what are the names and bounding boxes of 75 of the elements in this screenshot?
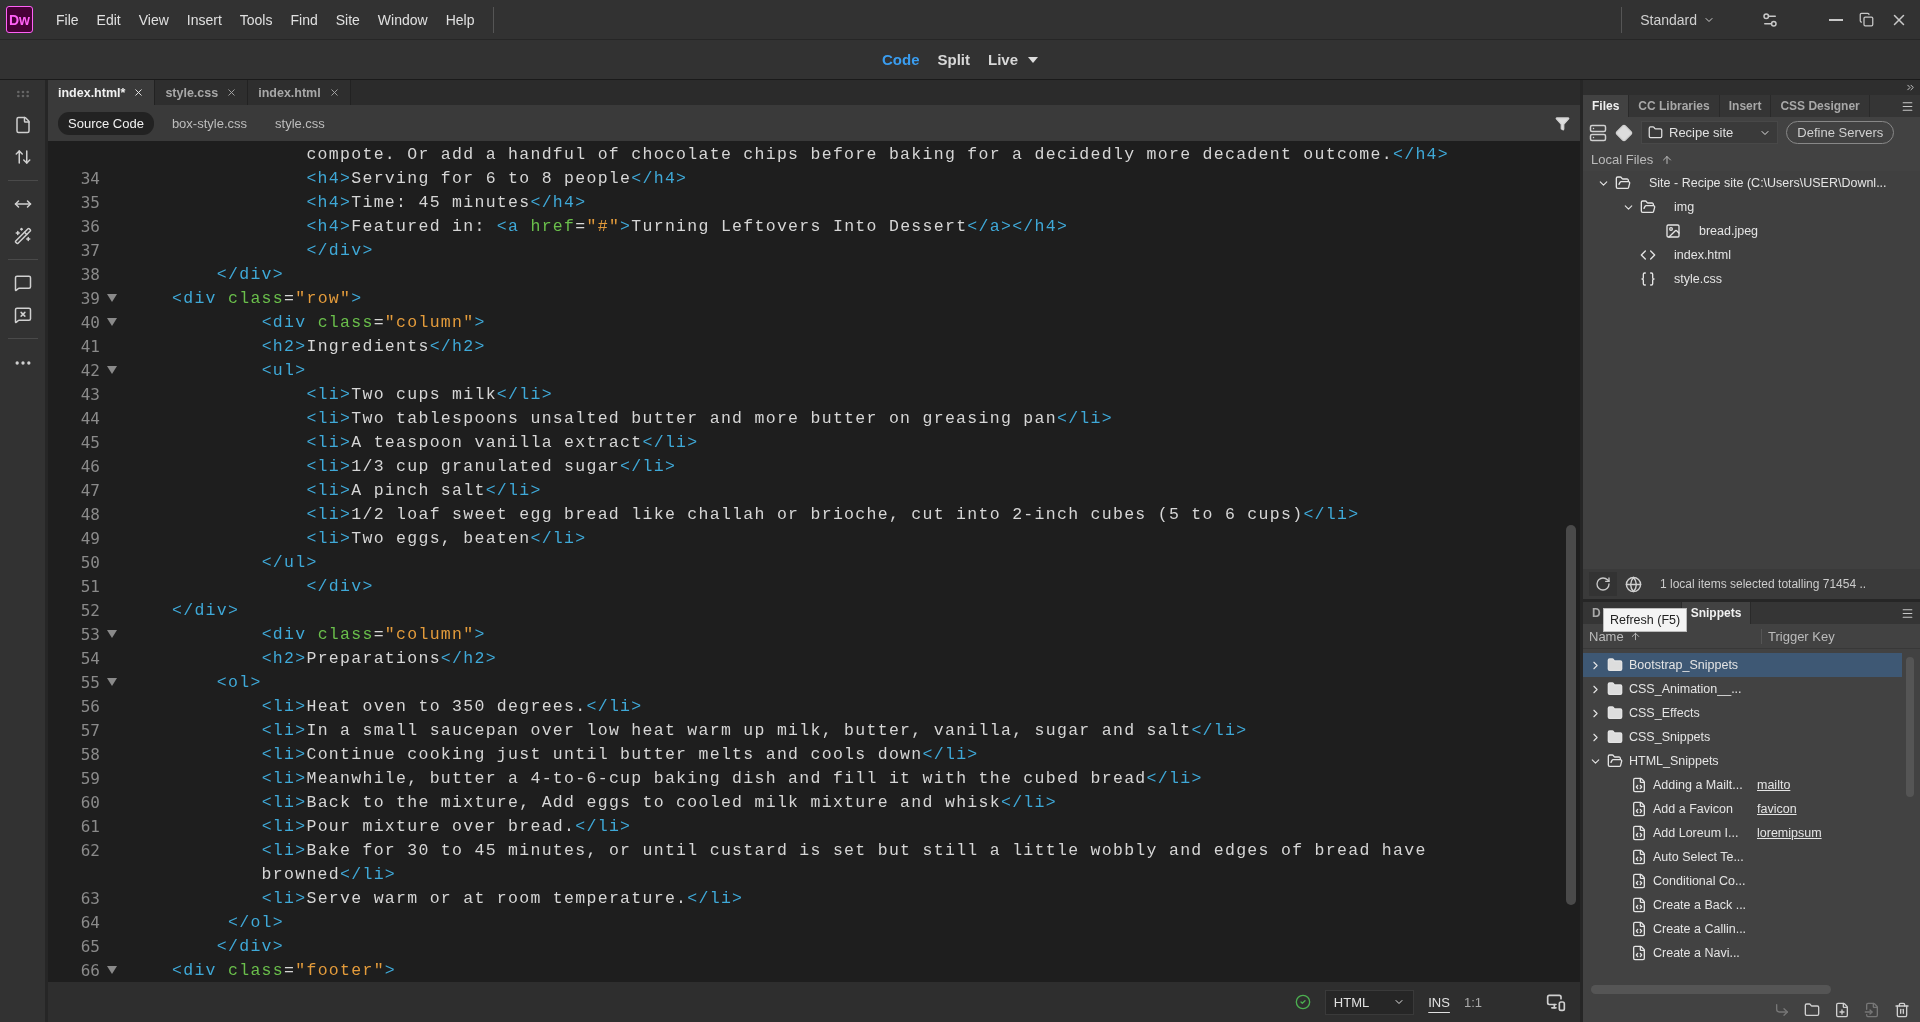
code-line: <div class="column"> xyxy=(260,624,487,644)
code-line: <li>Meanwhile, butter a 4-to-6-cup baking dish and fill it with the cubed bread</li> xyxy=(260,768,1204,788)
line-number: 55 xyxy=(79,672,100,692)
code-line: <li>In a small saucepan over low heat warm up milk, butter, vanilla, sugar and salt</li> xyxy=(260,720,1249,740)
code-line: <li>Two cups milk</li> xyxy=(305,384,554,404)
line-number: 41 xyxy=(79,336,100,356)
code-line: <li>Back to the mixture, Add eggs to cooled milk mixture and whisk</li> xyxy=(260,792,1058,812)
trigger-key: mailto xyxy=(1757,778,1791,792)
code-line: </div> xyxy=(215,936,286,956)
code-line: compote. Or add a handful of chocolate chips before baking for a decidedly more decadent outcome.</h4> xyxy=(305,144,1450,164)
line-number: 39 xyxy=(79,288,100,308)
line-number: 58 xyxy=(79,744,100,764)
code-line: <li>A pinch salt</li> xyxy=(305,480,543,500)
code-line: </div> xyxy=(305,240,375,260)
line-number: 56 xyxy=(79,696,100,716)
code-line: browned</li> xyxy=(260,864,398,884)
line-number: 48 xyxy=(79,504,100,524)
code-line: </ol> xyxy=(227,912,286,932)
line-number: 50 xyxy=(79,552,100,572)
code-line: <h2>Ingredients</h2> xyxy=(260,336,487,356)
line-number: 53 xyxy=(79,624,100,644)
line-number: 45 xyxy=(79,432,100,452)
line-number: 36 xyxy=(79,216,100,236)
cursor-position: 1:1 xyxy=(1463,994,1482,1010)
trigger-key: loremipsum xyxy=(1757,826,1822,840)
selection-status: 1 local items selected totalling 71454 .. xyxy=(1660,577,1867,591)
line-number: 35 xyxy=(79,192,100,212)
line-number: 61 xyxy=(79,816,100,836)
line-number: 57 xyxy=(79,720,100,740)
code-line: <h4>Time: 45 minutes</h4> xyxy=(305,192,588,212)
code-line: <ol> xyxy=(215,672,263,692)
line-number: 51 xyxy=(79,576,100,596)
code-line: <div class="footer"> xyxy=(171,960,398,980)
code-line: <h4>Featured in: <a href="#">Turning Leftovers Into Dessert</a></h4> xyxy=(305,216,1070,236)
line-number: 42 xyxy=(79,360,100,380)
code-line: <li>Serve warm or at room temperature.</li> xyxy=(260,888,745,908)
line-number: 64 xyxy=(79,912,100,932)
line-number: 54 xyxy=(79,648,100,668)
line-number: 40 xyxy=(79,312,100,332)
code-line: <li>Continue cooking just until butter melts and cools down</li> xyxy=(260,744,980,764)
line-number: 44 xyxy=(79,408,100,428)
code-line: <li>1/2 loaf sweet egg bread like challah or brioche, cut into 2-inch cubes (5 to 6 cups)</li> xyxy=(305,504,1361,524)
line-number: 59 xyxy=(79,768,100,788)
line-number: 37 xyxy=(79,240,100,260)
code-line: <li>A teaspoon vanilla extract</li> xyxy=(305,432,700,452)
line-number: 46 xyxy=(79,456,100,476)
code-line: <li>Two eggs, beaten</li> xyxy=(305,528,588,548)
line-number: 62 xyxy=(79,840,100,860)
code-line: <li>Heat oven to 350 degrees.</li> xyxy=(260,696,644,716)
tooltip: Refresh (F5) xyxy=(1603,608,1688,632)
code-line: <li>Bake for 30 to 45 minutes, or until custard is set but still a little wobbly and edges of bread have xyxy=(260,840,1428,860)
line-number: 43 xyxy=(79,384,100,404)
app-logo: Dw xyxy=(6,6,33,33)
code-line: <li>1/3 cup granulated sugar</li> xyxy=(305,456,678,476)
line-number: 38 xyxy=(79,264,100,284)
line-number: 47 xyxy=(79,480,100,500)
code-line: <h2>Preparations</h2> xyxy=(260,648,498,668)
code-line: <div class="column"> xyxy=(260,312,487,332)
code-line: <div class="row"> xyxy=(171,288,364,308)
code-line: <li>Pour mixture over bread.</li> xyxy=(260,816,633,836)
code-line: </div> xyxy=(305,576,375,596)
line-number: 49 xyxy=(79,528,100,548)
code-line: </div> xyxy=(215,264,286,284)
line-number: 52 xyxy=(79,600,100,620)
line-number: 66 xyxy=(79,960,100,980)
code-line: </div> xyxy=(171,600,241,620)
line-number: 65 xyxy=(79,936,100,956)
line-number: 60 xyxy=(79,792,100,812)
code-line: <li>Two tablespoons unsalted butter and more butter on greasing pan</li> xyxy=(305,408,1114,428)
trigger-key: favicon xyxy=(1757,802,1797,816)
line-number: 34 xyxy=(79,168,100,188)
code-line: <h4>Serving for 6 to 8 people</h4> xyxy=(305,168,689,188)
line-number: 63 xyxy=(79,888,100,908)
code-line: <ul> xyxy=(260,360,308,380)
code-line: </ul> xyxy=(260,552,319,572)
